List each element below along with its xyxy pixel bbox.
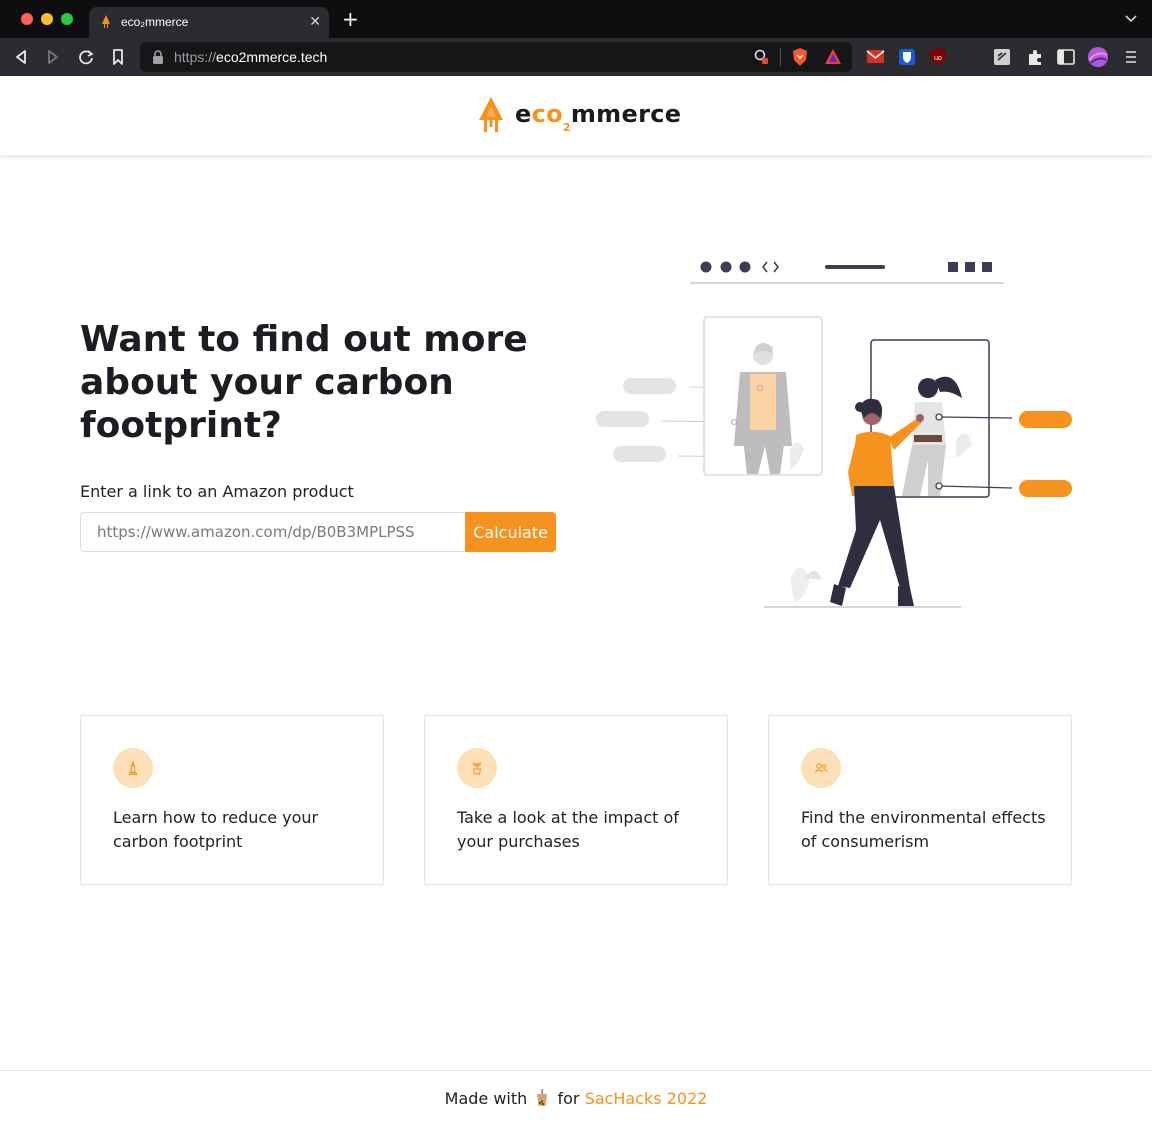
- site-logo[interactable]: eco2mmerce: [476, 95, 681, 135]
- tab-title: eco₂mmerce: [121, 15, 189, 29]
- maximize-window-button[interactable]: [61, 13, 73, 25]
- shopping-illustration: [596, 261, 1072, 608]
- chess-piece-icon: [129, 760, 137, 775]
- location-blocked-icon[interactable]: [753, 49, 769, 65]
- gmail-icon[interactable]: [866, 47, 886, 67]
- url-divider: [780, 48, 781, 66]
- calculate-button[interactable]: Calculate: [465, 512, 556, 552]
- ublock-origin-icon[interactable]: uo: [928, 47, 948, 67]
- feature-card-impact: Take a look at the impact of your purcha…: [424, 715, 728, 885]
- calculate-form: Calculate: [80, 512, 556, 552]
- tab-strip: eco₂mmerce ✕ +: [0, 0, 1152, 38]
- hero-title: Want to find out more about your carbon …: [80, 319, 528, 446]
- boba-tea-icon: [537, 1089, 548, 1106]
- card-text: Learn how to reduce your carbon footprin…: [113, 808, 319, 851]
- plant-icon: [472, 762, 482, 775]
- sidebar-icon[interactable]: [1056, 47, 1076, 67]
- url-text: https://eco2mmerce.tech: [174, 49, 328, 65]
- card-icon-circle: [457, 748, 497, 788]
- amazon-link-input[interactable]: [80, 512, 466, 552]
- svg-text:uo: uo: [934, 55, 942, 62]
- browser-tab[interactable]: eco₂mmerce ✕: [89, 7, 329, 38]
- new-tab-button[interactable]: +: [342, 9, 359, 29]
- close-window-button[interactable]: [21, 13, 33, 25]
- bookmark-icon[interactable]: [107, 46, 129, 68]
- lock-icon: [153, 50, 163, 64]
- sachacks-link[interactable]: SacHacks 2022: [585, 1089, 708, 1108]
- forward-icon[interactable]: [42, 46, 64, 68]
- card-icon-circle: [113, 748, 153, 788]
- card-icon-circle: [801, 748, 841, 788]
- stylus-icon[interactable]: [992, 47, 1012, 67]
- card-text: Find the environmental effects of consum…: [801, 808, 1046, 851]
- feature-card-reduce: Learn how to reduce your carbon footprin…: [80, 715, 384, 885]
- site-footer: Made with for SacHacks 2022: [0, 1070, 1152, 1127]
- minimize-window-button[interactable]: [41, 13, 53, 25]
- browser-toolbar: https://eco2mmerce.tech 22: [0, 38, 1152, 107]
- users-icon: [814, 763, 828, 773]
- close-tab-icon[interactable]: ✕: [309, 13, 321, 31]
- logo-wordmark: eco2mmerce: [515, 99, 682, 135]
- menu-icon[interactable]: [1121, 47, 1141, 67]
- brave-rewards-icon[interactable]: [824, 48, 842, 66]
- reload-icon[interactable]: [75, 46, 97, 68]
- feature-card-consumerism: Find the environmental effects of consum…: [768, 715, 1072, 885]
- brave-shield-icon[interactable]: [791, 47, 809, 67]
- back-icon[interactable]: [10, 46, 32, 68]
- bitwarden-icon[interactable]: [897, 47, 917, 67]
- footer-credit: Made with for SacHacks 2022: [444, 1089, 708, 1108]
- rocket-favicon-icon: [102, 15, 110, 28]
- extensions-puzzle-icon[interactable]: [1025, 47, 1045, 67]
- card-text: Take a look at the impact of your purcha…: [457, 808, 679, 851]
- amazon-link-label: Enter a link to an Amazon product: [80, 482, 354, 501]
- profile-avatar-icon[interactable]: [1087, 46, 1109, 68]
- chevron-down-icon[interactable]: [1124, 11, 1138, 25]
- address-bar[interactable]: https://eco2mmerce.tech: [140, 42, 852, 72]
- site-header: eco2mmerce: [0, 76, 1152, 156]
- rocket-logo-icon: [479, 97, 503, 132]
- browser-chrome: eco₂mmerce ✕ + https://eco2mmerce.tech u…: [0, 0, 1152, 107]
